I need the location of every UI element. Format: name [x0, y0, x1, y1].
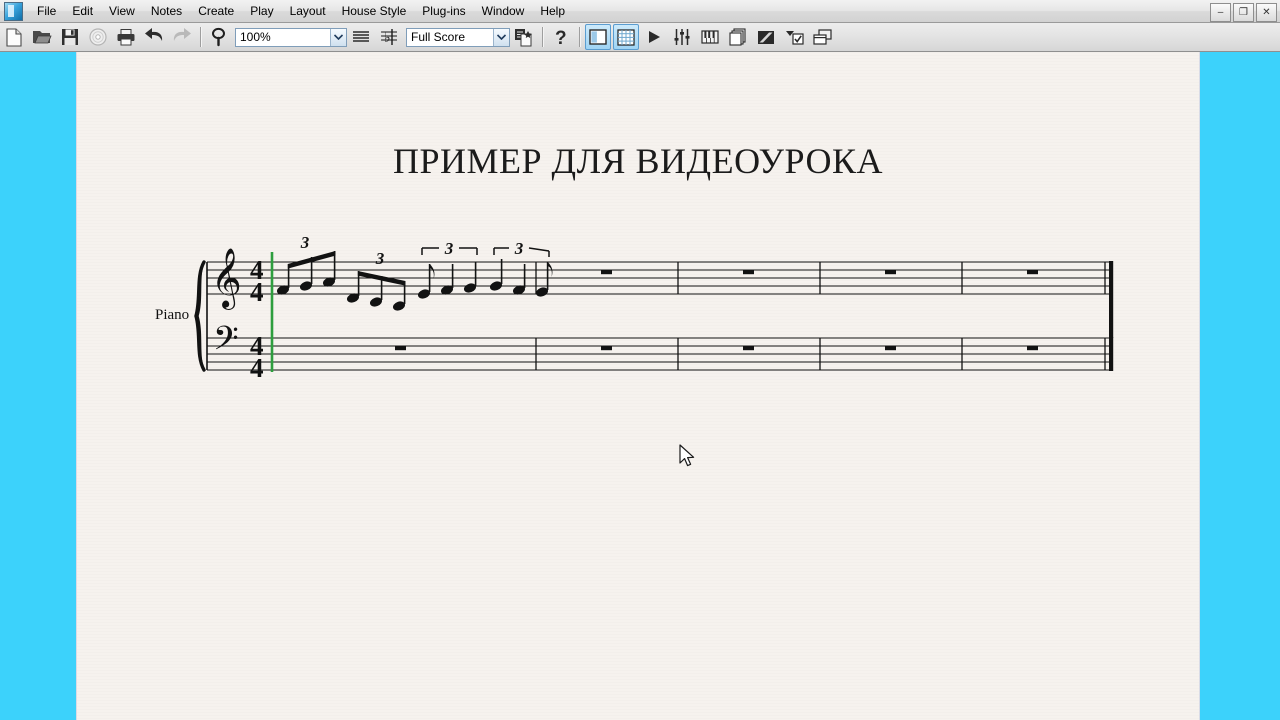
svg-text:4: 4 [250, 277, 264, 307]
document-area[interactable]: ПРИМЕР ДЛЯ ВИДЕОУРОКА Piano 𝄞 𝄢 4 4 4 4 … [0, 52, 1280, 720]
menu-item-view[interactable]: View [101, 2, 143, 21]
whole-rest[interactable] [743, 346, 754, 351]
whole-rest[interactable] [1027, 346, 1038, 351]
parts-icon[interactable] [511, 24, 537, 50]
whole-rest[interactable] [601, 270, 612, 275]
screen: File Edit View Notes Create Play Layout … [0, 0, 1280, 720]
tuplet-number: 3 [514, 239, 524, 258]
help-question-icon[interactable]: ? [548, 24, 574, 50]
staff-lines [207, 261, 1113, 371]
svg-text:𝄞: 𝄞 [211, 248, 242, 310]
menu-item-house-style[interactable]: House Style [334, 2, 415, 21]
treble-clef-icon: 𝄞 [211, 248, 242, 310]
restore-button[interactable]: ❐ [1233, 3, 1254, 22]
score-page[interactable]: ПРИМЕР ДЛЯ ВИДЕОУРОКА Piano 𝄞 𝄢 4 4 4 4 … [77, 52, 1199, 720]
svg-text:𝄢: 𝄢 [213, 320, 239, 365]
whole-rest[interactable] [885, 270, 896, 275]
zoom-combobox[interactable] [235, 27, 347, 47]
time-signature-treble: 4 4 [250, 255, 264, 307]
menu-item-notes[interactable]: Notes [143, 2, 190, 21]
zoom-input[interactable] [236, 27, 330, 47]
parts-panel-icon[interactable] [725, 24, 751, 50]
menu-bar: File Edit View Notes Create Play Layout … [0, 0, 1280, 23]
sibelius-window: File Edit View Notes Create Play Layout … [0, 0, 1280, 720]
time-signature-bass: 4 4 [250, 331, 264, 383]
menu-item-window[interactable]: Window [474, 2, 533, 21]
sibelius-app-icon [4, 1, 23, 21]
panorama-icon[interactable] [348, 24, 374, 50]
open-score-icon[interactable] [29, 24, 55, 50]
redo-icon[interactable] [169, 24, 195, 50]
tuplet-4[interactable]: 3 [489, 239, 553, 298]
whole-rest[interactable] [395, 346, 406, 351]
score-view-input[interactable] [407, 27, 493, 47]
window-arrange-icon[interactable] [809, 24, 835, 50]
whole-rest[interactable] [1027, 270, 1038, 275]
svg-text:4: 4 [250, 353, 264, 383]
burn-cd-icon[interactable] [85, 24, 111, 50]
svg-text:?: ? [555, 28, 567, 47]
menu-item-play[interactable]: Play [242, 2, 281, 21]
menu-item-create[interactable]: Create [190, 2, 242, 21]
score-view-combobox[interactable] [406, 27, 510, 47]
magnifier-icon[interactable] [206, 24, 232, 50]
menu-item-plug-ins[interactable]: Plug-ins [414, 2, 473, 21]
whole-rest[interactable] [885, 346, 896, 351]
music-notation[interactable]: 𝄞 𝄢 4 4 4 4 3 3 3 3 [77, 52, 1199, 720]
menu-item-layout[interactable]: Layout [282, 2, 334, 21]
mixer-panel-icon[interactable] [669, 24, 695, 50]
undo-icon[interactable] [141, 24, 167, 50]
minimize-button[interactable]: – [1210, 3, 1231, 22]
keypad-panel-icon[interactable] [613, 24, 639, 50]
tuplet-number: 3 [300, 233, 310, 252]
chevron-down-icon[interactable] [493, 28, 509, 46]
menu-item-edit[interactable]: Edit [64, 2, 101, 21]
toolbar-separator [579, 27, 580, 47]
main-toolbar: ♭ ? [0, 23, 1280, 52]
new-score-icon[interactable] [1, 24, 27, 50]
chevron-down-icon[interactable] [330, 28, 346, 46]
tuplet-1[interactable]: 3 [276, 233, 337, 296]
navigator-panel-icon[interactable] [585, 24, 611, 50]
playback-panel-icon[interactable] [641, 24, 667, 50]
bass-clef-icon: 𝄢 [213, 320, 239, 365]
save-icon[interactable] [57, 24, 83, 50]
print-icon[interactable] [113, 24, 139, 50]
whole-rest[interactable] [601, 346, 612, 351]
keyboard-panel-icon[interactable] [697, 24, 723, 50]
menu-item-file[interactable]: File [29, 2, 64, 21]
close-button[interactable]: ✕ [1256, 3, 1277, 22]
whole-rest[interactable] [743, 270, 754, 275]
tuplet-number: 3 [375, 249, 385, 268]
menu-item-help[interactable]: Help [532, 2, 573, 21]
tuplet-2[interactable]: 3 [346, 249, 407, 312]
svg-text:♭: ♭ [384, 31, 391, 46]
properties-panel-icon[interactable] [781, 24, 807, 50]
toolbar-separator [200, 27, 201, 47]
tuplet-number: 3 [444, 239, 454, 258]
window-controls: – ❐ ✕ [1210, 3, 1277, 22]
transpose-icon[interactable]: ♭ [376, 24, 402, 50]
video-panel-icon[interactable] [753, 24, 779, 50]
toolbar-separator [542, 27, 543, 47]
system-brace [194, 260, 206, 372]
